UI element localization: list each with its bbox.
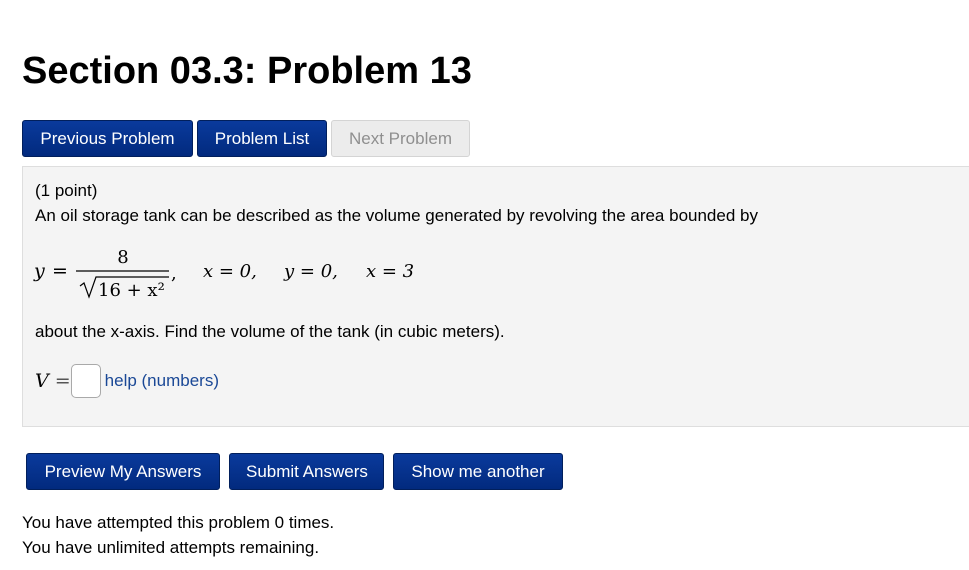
submit-answers-button[interactable]: Submit Answers <box>229 453 384 490</box>
answer-equals: = <box>54 370 71 392</box>
next-problem-button: Next Problem <box>331 120 470 157</box>
preview-answers-button[interactable]: Preview My Answers <box>26 453 220 490</box>
problem-points: (1 point) <box>35 181 98 200</box>
show-another-button[interactable]: Show me another <box>393 453 563 490</box>
radicand: 16 + x² <box>98 280 165 301</box>
help-numbers-link[interactable]: help (numbers) <box>105 371 219 391</box>
fraction-numerator: 8 <box>117 247 128 268</box>
equation-equals: = <box>52 260 68 282</box>
answer-input[interactable] <box>70 364 101 398</box>
page-title: Section 03.3: Problem 13 <box>22 50 472 92</box>
problem-question-text: about the x-axis. Find the volume of the… <box>35 322 505 341</box>
equation-lhs: y <box>33 260 45 282</box>
boundary-x-three: x = 3 <box>366 261 414 282</box>
problem-navigation: Previous Problem Problem List Next Probl… <box>22 120 474 157</box>
problem-body: (1 point) An oil storage tank can be des… <box>22 166 969 427</box>
boundary-y-zero: y = 0, <box>283 261 338 282</box>
answer-variable-label: V <box>35 370 49 392</box>
attempt-status: You have attempted this problem 0 times.… <box>22 510 334 560</box>
answer-row: V = help (numbers) <box>35 363 219 399</box>
problem-page: Section 03.3: Problem 13 Previous Proble… <box>0 0 969 570</box>
problem-list-button[interactable]: Problem List <box>197 120 327 157</box>
boundary-x-zero: x = 0, <box>203 261 257 282</box>
attempts-remaining-text: You have unlimited attempts remaining. <box>22 538 320 557</box>
answer-actions: Preview My Answers Submit Answers Show m… <box>26 453 572 490</box>
problem-intro-text: An oil storage tank can be described as … <box>35 206 758 225</box>
attempt-count-text: You have attempted this problem 0 times. <box>22 513 335 532</box>
equation-comma: , <box>171 263 177 284</box>
previous-problem-button[interactable]: Previous Problem <box>22 120 193 157</box>
bounding-equation: y = 8 16 + x² , x = 0, y = 0, x = 3 <box>33 247 414 301</box>
